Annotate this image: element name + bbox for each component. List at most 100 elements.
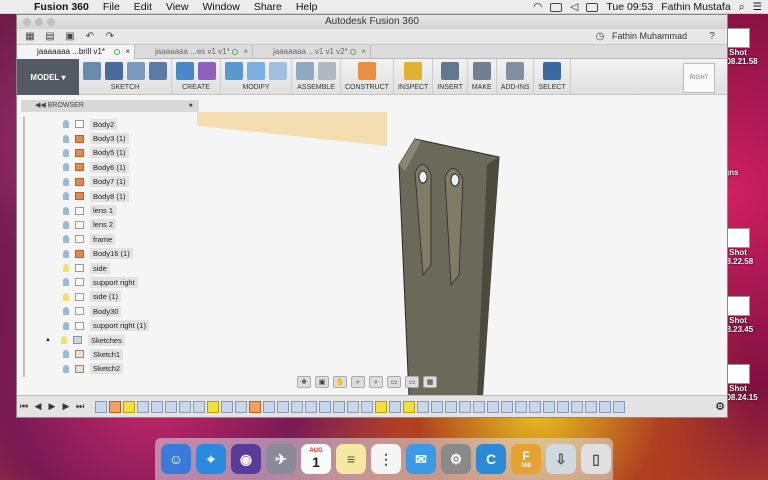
timeline-feature-icon[interactable]	[151, 400, 163, 413]
siri-icon[interactable]: ◉	[231, 444, 261, 474]
close-tab-icon[interactable]: ×	[361, 45, 366, 59]
visibility-bulb-icon[interactable]	[63, 321, 69, 330]
timeline-feature-icon[interactable]	[221, 400, 233, 413]
timeline-feature-icon[interactable]	[599, 400, 611, 413]
tree-item[interactable]: Sketch2	[47, 362, 149, 376]
timeline-feature-icon[interactable]	[333, 400, 345, 413]
tree-folder-sketches[interactable]: ▲ Sketches	[45, 333, 149, 347]
visibility-bulb-icon[interactable]	[63, 350, 69, 359]
press-pull-icon[interactable]	[225, 62, 243, 80]
browser-header[interactable]: ◀◀ BROWSER ●	[21, 100, 199, 112]
notes-icon[interactable]: ≡	[336, 444, 366, 474]
visibility-bulb-icon[interactable]	[63, 163, 69, 172]
timeline-feature-icon[interactable]	[235, 400, 247, 413]
tree-item[interactable]: frame	[47, 232, 149, 246]
sketch-icon[interactable]	[83, 62, 101, 80]
tree-item[interactable]: Body2	[47, 117, 149, 131]
add-ins-group[interactable]: ADD-INS	[497, 59, 535, 95]
tree-item[interactable]: Body30	[47, 304, 149, 318]
browser-expand-icon[interactable]: ◀◀	[35, 102, 46, 109]
select-cursor-icon[interactable]	[543, 62, 562, 80]
help-icon[interactable]: ?	[705, 30, 719, 42]
timeline-feature-icon[interactable]	[585, 400, 597, 413]
visibility-bulb-icon[interactable]	[63, 249, 69, 258]
job-status-icon[interactable]: ◷	[593, 30, 607, 42]
timeline-feature-icon[interactable]	[193, 400, 205, 413]
chamfer-icon[interactable]	[269, 62, 287, 80]
create-form-icon[interactable]	[198, 62, 216, 80]
visibility-bulb-icon[interactable]	[63, 364, 69, 373]
sketch-group[interactable]: SKETCH	[79, 59, 172, 95]
desktop-file[interactable]: n Shot ..8.23.45	[722, 296, 768, 334]
scripts-icon[interactable]	[506, 62, 525, 80]
joint-icon[interactable]	[318, 62, 336, 80]
visibility-bulb-icon[interactable]	[63, 192, 69, 201]
workspace-switcher[interactable]: MODEL ▾	[17, 59, 79, 95]
timeline-feature-icon[interactable]	[263, 400, 275, 413]
inspect-group[interactable]: INSPECT	[394, 59, 434, 95]
save-icon[interactable]: ▣	[63, 31, 77, 43]
menubar-user[interactable]: Fathin Mustafa	[661, 1, 730, 13]
timeline-feature-icon[interactable]	[375, 400, 387, 413]
user-menu[interactable]: Fathin Muhammad	[612, 31, 687, 41]
system-preferences-icon[interactable]: ⚙	[441, 444, 471, 474]
line-icon[interactable]	[149, 62, 167, 80]
timeline-feature-icon[interactable]	[179, 400, 191, 413]
display-settings-icon[interactable]: ▭	[387, 376, 401, 388]
desktop-file[interactable]: n Shot ..8.22.58	[722, 228, 768, 266]
rectangle-icon[interactable]	[127, 62, 145, 80]
timeline-feature-icon[interactable]	[487, 400, 499, 413]
document-tab[interactable]: jaaaaaaa ...v1 v1 v2* ×	[253, 45, 371, 59]
collapse-triangle-icon[interactable]: ▲	[45, 337, 53, 343]
look-at-icon[interactable]: ▣	[315, 376, 329, 388]
menubar-clock[interactable]: Tue 09:53	[606, 1, 653, 13]
file-menu-icon[interactable]: ▤	[43, 31, 57, 43]
menu-window[interactable]: Window	[202, 1, 239, 13]
fit-icon[interactable]: ⌕	[369, 376, 383, 388]
browser-scrollbar[interactable]	[23, 117, 25, 377]
tree-item[interactable]: support right	[47, 275, 149, 289]
insert-image-icon[interactable]	[441, 62, 460, 80]
desktop-file[interactable]: n Shot ..08.24.15	[722, 364, 768, 402]
timeline-feature-icon[interactable]	[403, 400, 415, 413]
timeline-feature-icon[interactable]	[417, 400, 429, 413]
desktop-file[interactable]: n Shot ..08.21.58	[722, 28, 768, 66]
redo-icon[interactable]: ↷	[103, 31, 117, 43]
tree-item[interactable]: side	[47, 261, 149, 275]
step-forward-icon[interactable]: ▶	[59, 401, 73, 412]
timeline-settings-gear-icon[interactable]: ⚙	[715, 400, 725, 413]
close-window-button[interactable]	[23, 18, 31, 26]
undo-icon[interactable]: ↶	[83, 31, 97, 43]
close-tab-icon[interactable]: ×	[125, 45, 130, 59]
visibility-bulb-icon[interactable]	[63, 134, 69, 143]
orbit-icon[interactable]: ✥	[297, 376, 311, 388]
tree-item[interactable]: Body7 (1)	[47, 175, 149, 189]
timeline-feature-icon[interactable]	[613, 400, 625, 413]
minimize-window-button[interactable]	[35, 18, 43, 26]
assemble-group[interactable]: ASSEMBLE	[292, 59, 341, 95]
timeline-feature-icon[interactable]	[431, 400, 443, 413]
visual-style-icon[interactable]: ▭	[405, 376, 419, 388]
app-menu[interactable]: Fusion 360	[34, 1, 89, 13]
tree-item[interactable]: Body5 (1)	[47, 146, 149, 160]
tree-item[interactable]: support right (1)	[47, 318, 149, 332]
finder-icon[interactable]: ☺	[161, 444, 191, 474]
timeline-feature-icon[interactable]	[165, 400, 177, 413]
calendar-icon[interactable]: AUG 1	[301, 444, 331, 474]
go-to-start-icon[interactable]: ⏮	[17, 401, 31, 412]
wifi-icon[interactable]: ◠	[533, 1, 542, 13]
timeline-feature-icon[interactable]	[207, 400, 219, 413]
visibility-bulb-icon[interactable]	[63, 278, 69, 287]
visibility-bulb-icon[interactable]	[63, 206, 69, 215]
spline-icon[interactable]	[105, 62, 123, 80]
timeline-feature-icon[interactable]	[515, 400, 527, 413]
timeline-feature-icon[interactable]	[305, 400, 317, 413]
tree-item[interactable]: Body16 (1)	[47, 247, 149, 261]
battery-icon[interactable]	[586, 2, 599, 12]
tree-item[interactable]: lens 1	[47, 203, 149, 217]
modify-group[interactable]: MODIFY	[221, 59, 292, 95]
select-group[interactable]: SELECT	[534, 59, 571, 95]
search-icon[interactable]: ⌕	[739, 1, 745, 14]
visibility-bulb-icon[interactable]	[63, 148, 69, 157]
timeline-feature-icon[interactable]	[319, 400, 331, 413]
